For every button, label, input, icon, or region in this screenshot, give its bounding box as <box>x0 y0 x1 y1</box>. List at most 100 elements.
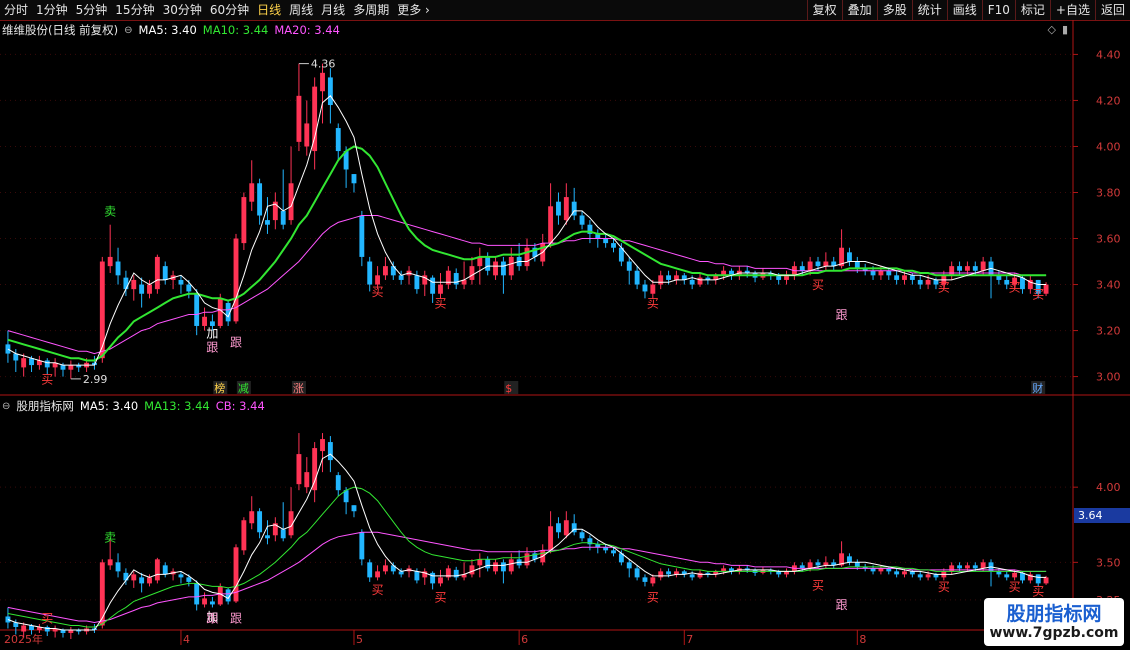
sub-candle-body <box>304 472 310 488</box>
main-candle-body <box>430 277 436 294</box>
main-candle-body <box>469 266 475 280</box>
main-candle-body <box>964 266 970 271</box>
sub-cb-line <box>7 531 1047 624</box>
main-candle-body <box>500 261 506 276</box>
sub-candle-body <box>367 562 373 578</box>
signal-label: 买 <box>812 278 824 292</box>
price-tick-label: 4.40 <box>1096 48 1121 61</box>
sub-candle-body <box>1012 572 1018 578</box>
signal-label: 跟 <box>206 340 218 354</box>
sub-candle-body <box>265 535 270 539</box>
sub-candle-body <box>139 577 145 584</box>
sub-candle-body <box>556 523 561 533</box>
sub-candle-body <box>375 571 381 578</box>
sub-signal-label: 买 <box>41 611 53 625</box>
main-candle-body <box>634 270 640 285</box>
signal-label: 买 <box>1009 280 1021 294</box>
logo-name: 股朋指标网 <box>1006 603 1102 625</box>
main-candle-body <box>99 261 105 359</box>
sub-signal-label: 跟 <box>230 611 242 625</box>
main-candle-body <box>202 316 207 326</box>
sub-candle-body <box>1004 574 1010 578</box>
main-candle-body <box>508 256 514 276</box>
main-candle-body <box>556 201 561 216</box>
sub-candle-body <box>815 562 821 566</box>
time-axis-label: 7 <box>686 633 693 646</box>
time-axis-label: 6 <box>521 633 528 646</box>
sub-candle-body <box>917 574 923 578</box>
sub-candle-body <box>854 562 860 567</box>
main-candle-body <box>351 174 357 184</box>
main-candle-body <box>909 275 915 280</box>
logo-url: www.7gpzb.com <box>989 625 1119 641</box>
main-candle-body <box>524 247 530 267</box>
main-candle-body <box>60 365 66 370</box>
sub-candle-body <box>477 559 483 566</box>
sub-candle-body <box>351 505 357 512</box>
site-logo: 股朋指标网 www.7gpzb.com <box>984 598 1124 646</box>
main-candle-body <box>44 360 50 368</box>
sub-candle-body <box>847 556 852 563</box>
sub-candle-body <box>964 565 970 569</box>
main-candle-body <box>925 279 931 285</box>
sub-candle-body <box>949 565 955 572</box>
main-candle-body <box>548 206 554 244</box>
main-candle-body <box>320 72 325 92</box>
main-candle-body <box>949 266 955 276</box>
sub-signal-label: 买 <box>372 583 384 597</box>
sub-candle-body <box>493 562 498 572</box>
main-candle-body <box>485 256 491 271</box>
main-candle-body <box>886 270 892 276</box>
time-axis-label: 4 <box>183 633 190 646</box>
kline-chart[interactable]: 4.40 4.20 4.00 3.80 3.60 3.40 3.20 3.00 4.00 3.50… <box>0 0 1130 650</box>
main-candle-body <box>367 261 373 285</box>
sub-candle-body <box>123 572 129 581</box>
low-price-label: 2.99 <box>83 373 108 386</box>
sub-candle-body <box>438 577 443 584</box>
sub-candle-body <box>980 562 986 569</box>
sub-candle-body <box>414 571 420 581</box>
sub-candle-body <box>241 520 247 551</box>
main-candle-body <box>186 284 192 292</box>
main-candle-body <box>878 270 884 276</box>
sub-candle-body <box>807 562 813 569</box>
main-candle-body <box>178 279 184 285</box>
main-candle-body <box>21 358 27 368</box>
sub-candle-body <box>626 562 632 569</box>
sub-candle-body <box>548 526 554 551</box>
main-candle-body <box>673 275 679 280</box>
main-candle-body <box>902 275 907 280</box>
main-candle-body <box>1020 277 1025 290</box>
sub-candle-body <box>508 559 514 572</box>
sub-candle-body <box>563 520 569 536</box>
main-candle-body <box>493 261 498 276</box>
sub-candle-body <box>382 565 388 572</box>
price-tick-label: 3.80 <box>1096 186 1121 199</box>
main-candle-body <box>375 275 381 285</box>
main-candle-body <box>265 220 270 225</box>
main-candle-body <box>642 284 648 292</box>
sub-candle-body <box>894 571 900 575</box>
sub-candle-body <box>902 571 907 575</box>
main-candle-body <box>894 275 900 280</box>
signal-label: 买 <box>434 297 446 311</box>
current-price-tag: 3.64 <box>1074 508 1130 523</box>
main-candle-body <box>194 293 200 326</box>
main-candle-body <box>626 261 632 271</box>
sub-ma5-line <box>7 453 1047 631</box>
sub-signal-label: 买 <box>938 580 950 594</box>
event-marker: 财 <box>1032 381 1043 395</box>
sub-signal-label: 买 <box>647 590 659 604</box>
sub-candle-body <box>296 454 302 485</box>
main-candle-body <box>68 365 74 370</box>
sub-candle-body <box>107 559 113 566</box>
sub-signal-label: 卖 <box>104 530 116 544</box>
sub-candle-body <box>642 577 648 582</box>
sub-signal-label: 买 <box>434 590 446 604</box>
main-candle-body <box>304 123 310 147</box>
main-candle-body <box>847 252 852 262</box>
signal-label: 买 <box>938 280 950 294</box>
main-candle-body <box>327 77 333 106</box>
main-candle-body <box>823 261 829 267</box>
sub-candle-body <box>335 475 341 491</box>
